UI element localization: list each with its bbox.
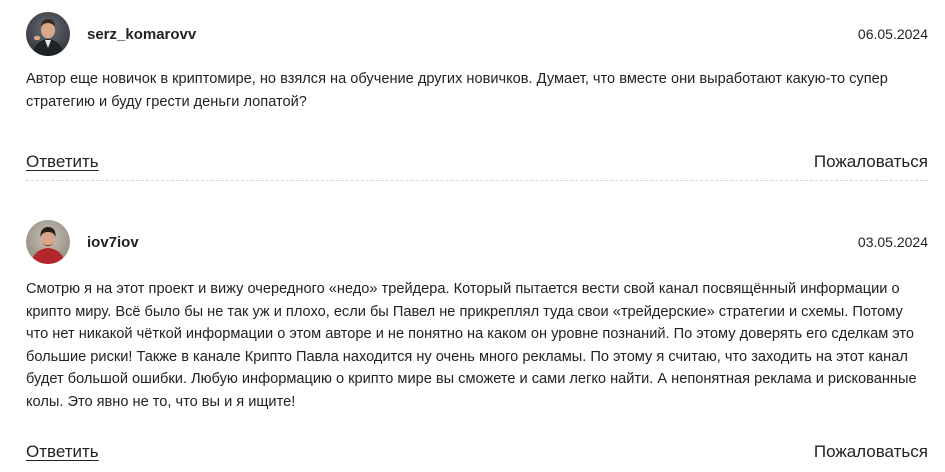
complain-button[interactable]: Пожаловаться [814,442,928,462]
comment-username: serz_komarovv [87,25,197,43]
comment-username: iov7iov [87,233,139,251]
complain-button[interactable]: Пожаловаться [814,152,928,172]
comment-actions: Ответить Пожаловаться [26,442,928,462]
reply-button[interactable]: Ответить [26,442,99,462]
comment-text: Смотрю я на этот проект и вижу очередног… [26,281,917,410]
comment-date: 03.05.2024 [857,234,928,250]
avatar[interactable] [26,220,70,264]
avatar[interactable] [26,12,70,56]
comment-item: serz_komarovv 06.05.2024 Автор еще нович… [26,12,928,171]
reply-button[interactable]: Ответить [26,152,99,172]
comment-header: iov7iov 03.05.2024 [26,220,928,264]
comment-actions: Ответить Пожаловаться [26,152,928,172]
user-photo-avatar-icon [26,12,70,56]
comment-divider [26,180,928,181]
comment-item: iov7iov 03.05.2024 Смотрю я на этот прое… [26,220,928,461]
user-photo-avatar-icon [26,220,70,264]
comment-text: Автор еще новичок в криптомире, но взялс… [26,71,888,110]
comment-header: serz_komarovv 06.05.2024 [26,12,928,56]
comment-date: 06.05.2024 [857,26,928,42]
